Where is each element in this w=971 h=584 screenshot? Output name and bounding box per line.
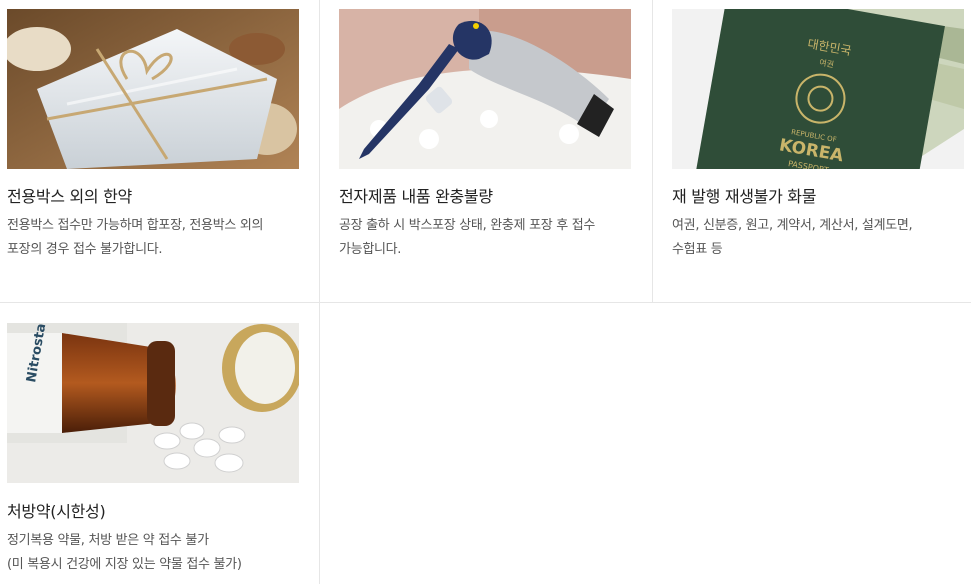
- item-title: 처방약(시한성): [7, 502, 106, 521]
- passport-image: 대한민국 여권 REPUBLIC OF KOREA PASSPORT: [672, 9, 964, 169]
- divider: [319, 302, 320, 584]
- item-title: 재 발행 재생불가 화물: [672, 187, 817, 206]
- item-description: 여권, 신분증, 원고, 계약서, 계산서, 설계도면, 수험표 등: [672, 218, 913, 257]
- medicine-image: Nitrostat: [7, 323, 299, 483]
- hair-dryer-image: [339, 9, 631, 169]
- item-description: 전용박스 접수만 가능하며 합포장, 전용박스 외의 포장의 경우 접수 불가합…: [7, 218, 264, 257]
- herbal-medicine-image: [7, 9, 299, 169]
- item-title: 전용박스 외의 한약: [7, 187, 132, 206]
- restricted-items-grid: 전용박스 외의 한약 전용박스 접수만 가능하며 합포장, 전용박스 외의 포장…: [0, 0, 971, 584]
- item-title: 전자제품 내품 완충불량: [339, 187, 493, 206]
- item-card-passport: 대한민국 여권 REPUBLIC OF KOREA PASSPORT 재 발행 …: [652, 0, 971, 302]
- item-card-electronics: 전자제품 내품 완충불량 공장 출하 시 박스포장 상태, 완충제 포장 후 접…: [319, 0, 652, 302]
- item-card-prescription-medicine: Nitrostat 처방약(시한성) 정기복용 약물, 처방 받은 약 접수 불…: [0, 302, 319, 584]
- item-description: 정기복용 약물, 처방 받은 약 접수 불가 (미 복용시 건강에 지장 있는 …: [7, 533, 242, 572]
- item-description: 공장 출하 시 박스포장 상태, 완충제 포장 후 접수 가능합니다.: [339, 218, 596, 257]
- item-card-herbal-medicine: 전용박스 외의 한약 전용박스 접수만 가능하며 합포장, 전용박스 외의 포장…: [0, 0, 319, 302]
